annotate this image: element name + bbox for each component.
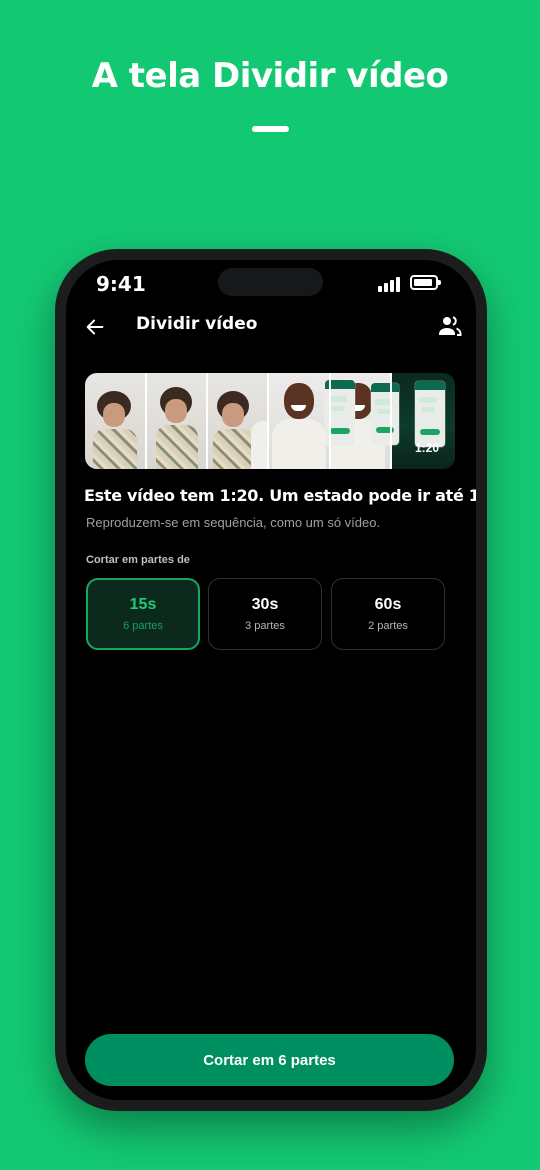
split-options-label: Cortar em partes de xyxy=(86,554,190,566)
people-icon[interactable] xyxy=(438,315,462,337)
option-parts: 2 partes xyxy=(368,620,408,632)
split-option-15s[interactable]: 15s 6 partes xyxy=(86,578,200,650)
split-marker xyxy=(145,373,147,469)
split-marker xyxy=(329,373,331,469)
option-duration: 60s xyxy=(374,596,402,613)
cut-video-button[interactable]: Cortar em 6 partes xyxy=(85,1034,454,1086)
split-marker xyxy=(206,373,208,469)
split-option-60s[interactable]: 60s 2 partes xyxy=(331,578,445,650)
video-frame xyxy=(146,373,207,469)
app-screen-thumbnail xyxy=(415,381,445,447)
option-parts: 6 partes xyxy=(123,620,163,632)
battery-icon xyxy=(410,275,441,290)
app-screen-thumbnail xyxy=(371,383,399,445)
promo-underline xyxy=(252,126,289,132)
dynamic-island xyxy=(218,268,323,296)
video-length-headline: Este vídeo tem 1:20. Um estado pode ir a… xyxy=(84,486,476,505)
option-parts: 3 partes xyxy=(245,620,285,632)
signal-icon xyxy=(378,276,400,292)
phone-screen: 9:41 Dividir vídeo 1:20 Este vídeo tem 1… xyxy=(66,260,476,1100)
option-duration: 30s xyxy=(251,596,279,613)
arrow-left-icon[interactable] xyxy=(84,316,106,338)
promo-title: A tela Dividir vídeo xyxy=(91,56,449,96)
split-marker xyxy=(390,373,392,469)
video-length-subline: Reproduzem-se em sequência, como um só v… xyxy=(86,515,381,530)
status-time: 9:41 xyxy=(96,272,146,296)
video-frame xyxy=(268,373,329,469)
video-duration-badge: 1:20 xyxy=(414,441,439,455)
video-frame xyxy=(85,373,146,469)
video-filmstrip[interactable]: 1:20 xyxy=(85,373,455,469)
page-title: Dividir vídeo xyxy=(136,314,258,334)
split-marker xyxy=(267,373,269,469)
video-frame xyxy=(207,373,268,469)
split-option-30s[interactable]: 30s 3 partes xyxy=(208,578,322,650)
option-duration: 15s xyxy=(129,596,157,613)
